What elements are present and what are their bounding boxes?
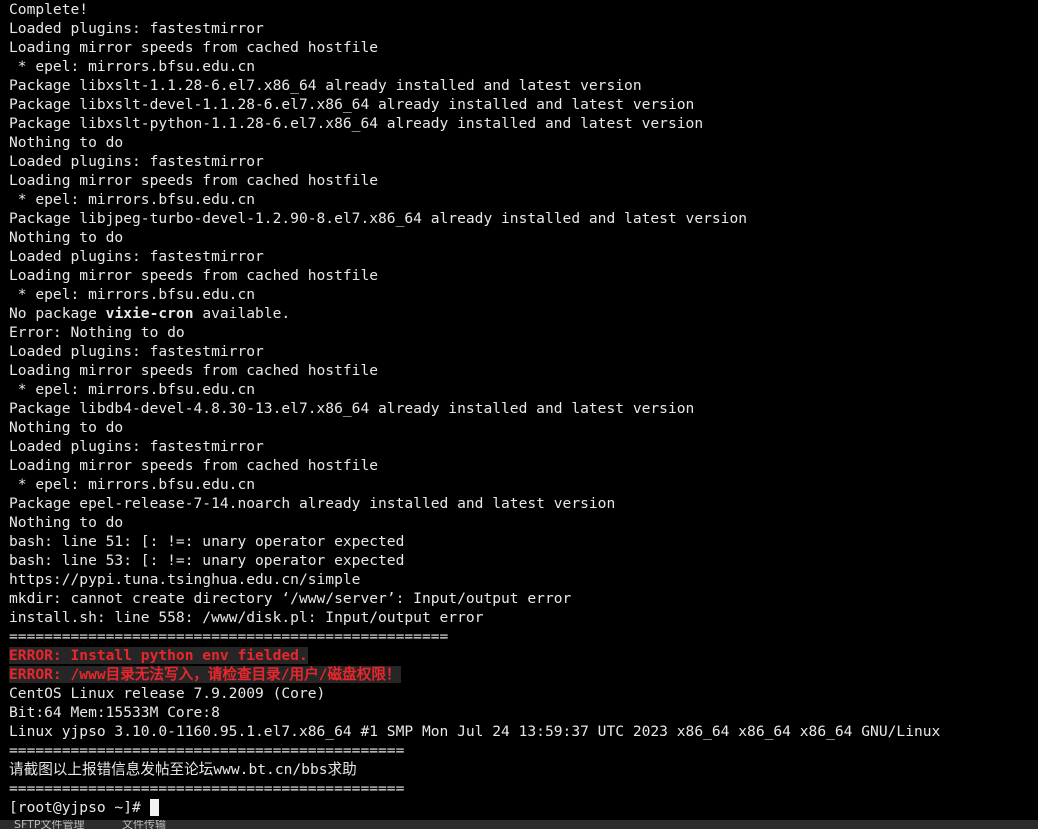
help-message-line: 请截图以上报错信息发帖至论坛www.bt.cn/bbs求助 [9, 761, 357, 778]
error-message: ERROR: /www目录无法写入，请检查目录/用户/磁盘权限！ [9, 666, 401, 683]
terminal-line: mkdir: cannot create directory ‘/www/ser… [9, 590, 572, 607]
command-prompt-line[interactable]: [root@yjpso ~]# [9, 798, 159, 817]
terminal-line: Loading mirror speeds from cached hostfi… [9, 457, 379, 474]
terminal-line: Loaded plugins: fastestmirror [9, 153, 264, 170]
terminal-line: Error: Nothing to do [9, 324, 185, 341]
terminal-line: bash: line 51: [: !=: unary operator exp… [9, 533, 405, 550]
terminal-line: Nothing to do [9, 514, 124, 531]
shell-prompt: [root@yjpso ~]# [9, 799, 150, 816]
missing-package-name: vixie-cron [105, 305, 194, 322]
terminal-line: Complete! [9, 1, 89, 18]
terminal-line: * epel: mirrors.bfsu.edu.cn [9, 286, 256, 303]
terminal-line: Loaded plugins: fastestmirror [9, 248, 264, 265]
terminal-line: Package libjpeg-turbo-devel-1.2.90-8.el7… [9, 210, 748, 227]
terminal-line: Nothing to do [9, 419, 124, 436]
tab-sftp-file-manager[interactable]: SFTP文件管理 [14, 820, 84, 829]
terminal-line: Loading mirror speeds from cached hostfi… [9, 267, 379, 284]
separator-line: ========================================… [9, 742, 405, 759]
separator-line: ========================================… [9, 628, 449, 645]
text-cursor [149, 798, 159, 816]
tab-file-transfer[interactable]: 文件传输 [122, 820, 166, 829]
error-line-permission: ERROR: /www目录无法写入，请检查目录/用户/磁盘权限！ [9, 665, 401, 684]
terminal-line: https://pypi.tuna.tsinghua.edu.cn/simple [9, 571, 361, 588]
no-package-prefix: No package [9, 305, 106, 322]
terminal-line: * epel: mirrors.bfsu.edu.cn [9, 191, 256, 208]
terminal-line: Nothing to do [9, 229, 124, 246]
terminal-line: * epel: mirrors.bfsu.edu.cn [9, 381, 256, 398]
terminal-line: Package libdb4-devel-4.8.30-13.el7.x86_6… [9, 400, 695, 417]
terminal-line: Package libxslt-python-1.1.28-6.el7.x86_… [9, 115, 704, 132]
no-package-suffix: available. [193, 305, 291, 322]
terminal-line: Loading mirror speeds from cached hostfi… [9, 172, 379, 189]
terminal-output[interactable]: Complete! Loaded plugins: fastestmirror … [0, 0, 1038, 820]
terminal-line: install.sh: line 558: /www/disk.pl: Inpu… [9, 609, 484, 626]
terminal-line: Bit:64 Mem:15533M Core:8 [9, 704, 220, 721]
error-message: ERROR: Install python env fielded. [9, 647, 308, 664]
terminal-line: * epel: mirrors.bfsu.edu.cn [9, 476, 256, 493]
terminal-line: Loaded plugins: fastestmirror [9, 343, 264, 360]
terminal-line: CentOS Linux release 7.9.2009 (Core) [9, 685, 326, 702]
terminal-line: * epel: mirrors.bfsu.edu.cn [9, 58, 256, 75]
terminal-line: bash: line 53: [: !=: unary operator exp… [9, 552, 405, 569]
bottom-tab-bar: SFTP文件管理 文件传输 [0, 820, 1038, 829]
terminal-line-no-package: No package vixie-cron available. [9, 304, 290, 323]
terminal-line: Nothing to do [9, 134, 124, 151]
terminal-line: Linux yjpso 3.10.0-1160.95.1.el7.x86_64 … [9, 723, 941, 740]
terminal-line: Package libxslt-1.1.28-6.el7.x86_64 alre… [9, 77, 642, 94]
terminal-line: Package epel-release-7-14.noarch already… [9, 495, 616, 512]
terminal-line: Package libxslt-devel-1.1.28-6.el7.x86_6… [9, 96, 695, 113]
separator-line: ========================================… [9, 780, 405, 797]
error-line-python-env: ERROR: Install python env fielded. [9, 646, 308, 665]
terminal-line: Loaded plugins: fastestmirror [9, 438, 264, 455]
terminal-line: Loading mirror speeds from cached hostfi… [9, 39, 379, 56]
terminal-line: Loading mirror speeds from cached hostfi… [9, 362, 379, 379]
terminal-line: Loaded plugins: fastestmirror [9, 20, 264, 37]
